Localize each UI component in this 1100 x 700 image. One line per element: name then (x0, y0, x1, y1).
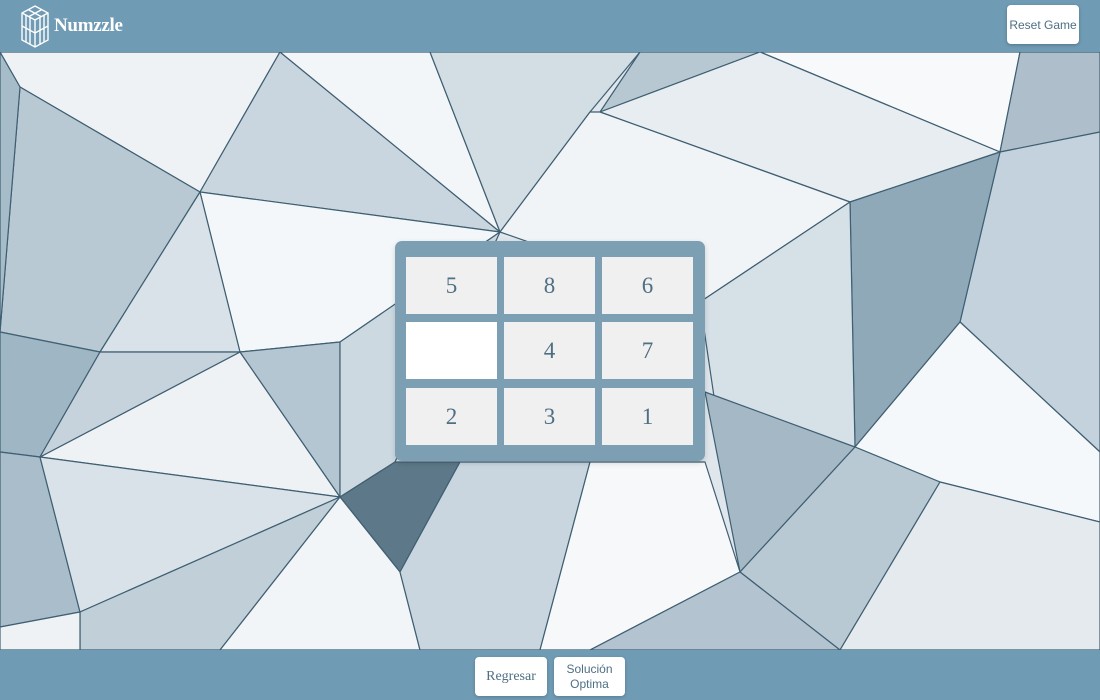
puzzle-tile[interactable]: 1 (602, 388, 693, 445)
empty-tile[interactable] (406, 322, 497, 379)
puzzle-tile[interactable]: 8 (504, 257, 595, 314)
puzzle-tile[interactable]: 5 (406, 257, 497, 314)
cube-logo-icon (21, 5, 49, 48)
solution-label-line1: Solución (566, 661, 613, 676)
puzzle-tile[interactable]: 7 (602, 322, 693, 379)
puzzle-board: 5 8 6 4 7 2 3 1 (395, 241, 705, 461)
puzzle-tile[interactable]: 2 (406, 388, 497, 445)
solution-label-line2: Optima (570, 676, 609, 691)
app-title: Numzzle (54, 15, 123, 36)
reset-game-button[interactable]: Reset Game (1007, 5, 1079, 44)
optimal-solution-button[interactable]: Solución Optima (554, 657, 625, 696)
puzzle-tile[interactable]: 6 (602, 257, 693, 314)
app-logo[interactable]: Numzzle (20, 3, 123, 49)
top-bar: Numzzle Reset Game (0, 0, 1100, 52)
puzzle-tile[interactable]: 4 (504, 322, 595, 379)
puzzle-tile[interactable]: 3 (504, 388, 595, 445)
bottom-bar: Regresar Solución Optima (0, 650, 1100, 700)
back-button[interactable]: Regresar (475, 657, 547, 696)
